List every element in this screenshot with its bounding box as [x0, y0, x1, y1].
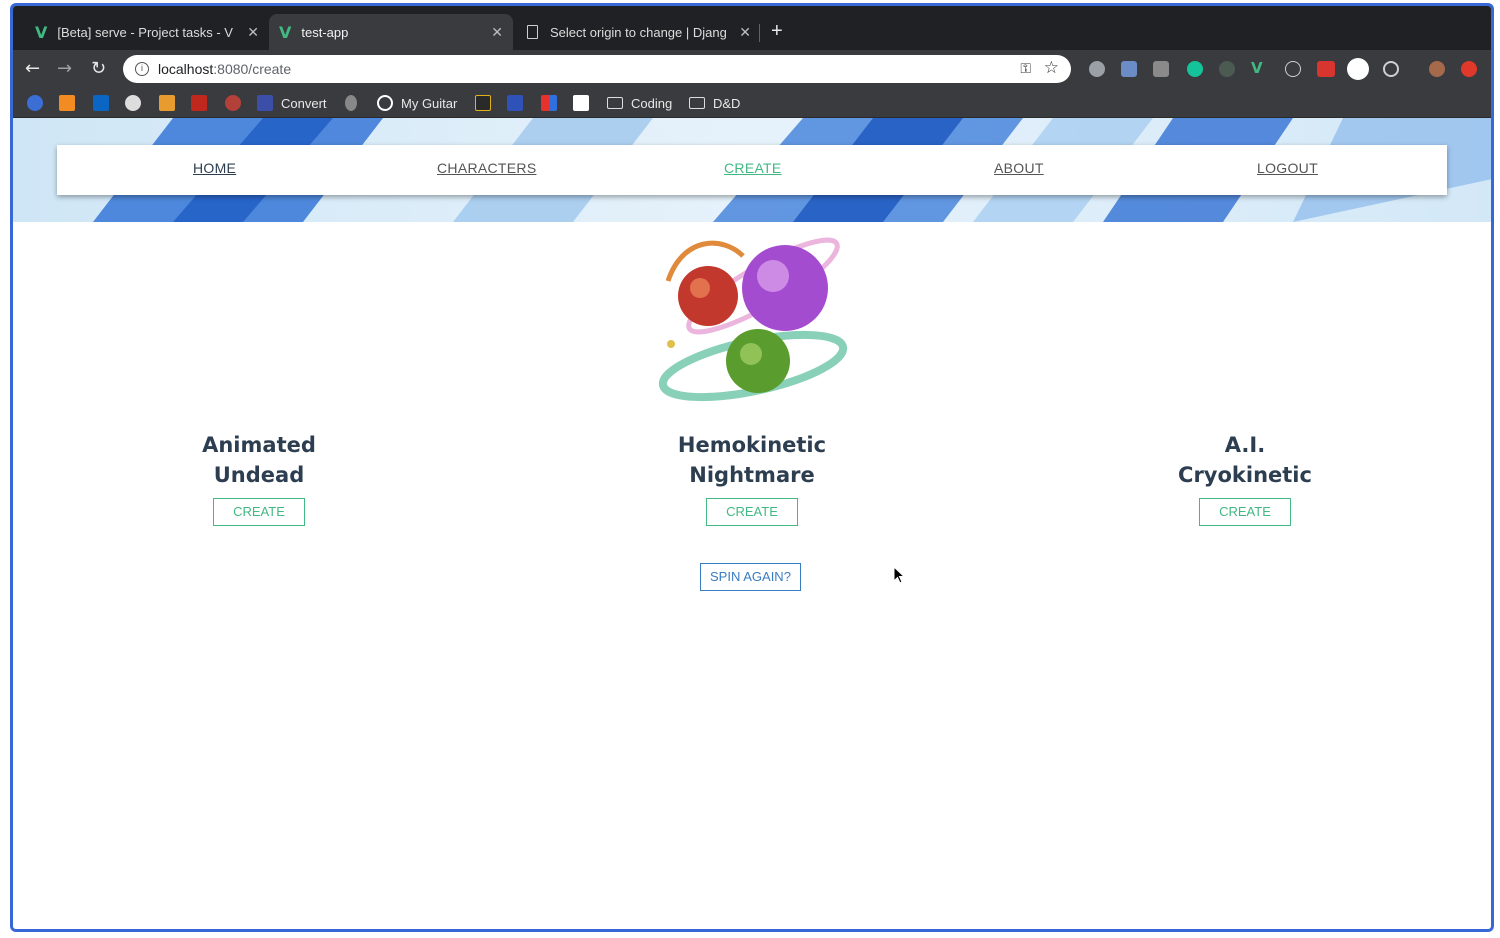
browser-window: V [Beta] serve - Project tasks - V ✕ V t… — [10, 3, 1494, 932]
grammarly-icon[interactable] — [1187, 61, 1203, 77]
option-title-line1: Hemokinetic — [677, 433, 827, 457]
tab-test-app[interactable]: V test-app ✕ — [269, 14, 513, 50]
option-title-line1: Animated — [202, 433, 316, 457]
folder-icon — [607, 97, 623, 109]
bookmark-label: Convert — [281, 95, 327, 111]
forward-icon[interactable]: → — [57, 58, 72, 79]
avatar[interactable] — [1429, 61, 1445, 77]
bookmark-icon-only[interactable] — [507, 94, 531, 112]
back-icon[interactable]: ← — [25, 58, 40, 79]
option-ai-cryokinetic: A.I. Cryokinetic CREATE — [1125, 430, 1365, 526]
bookmark-my-guitar[interactable]: My Guitar — [377, 94, 457, 112]
url-path: :8080/create — [213, 61, 292, 77]
vue-icon: V — [35, 22, 48, 42]
folder-icon — [689, 97, 705, 109]
bookmark-favicon — [59, 95, 75, 111]
star-icon[interactable]: ☆ — [1044, 58, 1059, 78]
download-icon[interactable] — [1153, 61, 1169, 77]
create-button[interactable]: CREATE — [706, 498, 798, 526]
tab-django-admin[interactable]: Select origin to change | Djang ✕ — [517, 14, 761, 50]
update-icon[interactable] — [1461, 61, 1477, 77]
bookmark-icon-only[interactable] — [59, 94, 83, 112]
page-content: HOME CHARACTERS CREATE ABOUT LOGOUT Anim… — [13, 118, 1491, 929]
tab-title: Select origin to change | Djang — [550, 24, 727, 40]
extension-icon[interactable] — [1219, 61, 1235, 77]
reload-icon[interactable]: ↻ — [91, 58, 106, 79]
nav-logout[interactable]: LOGOUT — [1257, 160, 1318, 176]
header-banner: HOME CHARACTERS CREATE ABOUT LOGOUT — [13, 118, 1491, 222]
nav-home[interactable]: HOME — [193, 160, 236, 176]
bookmark-icon-only[interactable] — [475, 94, 499, 112]
spin-again-button[interactable]: SPIN AGAIN? — [700, 563, 801, 591]
tab-bar: V [Beta] serve - Project tasks - V ✕ V t… — [13, 6, 1491, 50]
bookmark-icon-only[interactable] — [93, 94, 117, 112]
info-icon[interactable]: i — [135, 62, 149, 76]
close-icon[interactable]: ✕ — [739, 24, 751, 41]
extension-icon[interactable] — [1089, 61, 1105, 77]
tab-title: [Beta] serve - Project tasks - V — [57, 24, 233, 40]
close-icon[interactable]: ✕ — [491, 24, 503, 41]
vue-icon: V — [279, 22, 292, 42]
extension-icon[interactable] — [1121, 61, 1137, 77]
react-icon[interactable] — [1285, 61, 1301, 77]
vue-devtools-icon[interactable]: V — [1251, 61, 1267, 77]
bookmark-icon-only[interactable] — [159, 94, 183, 112]
close-icon[interactable]: ✕ — [247, 24, 259, 41]
bookmark-favicon — [257, 95, 273, 111]
bookmark-favicon — [27, 95, 43, 111]
bookmark-folder-coding[interactable]: Coding — [607, 94, 672, 112]
bookmark-favicon — [475, 95, 491, 111]
bookmark-favicon — [191, 95, 207, 111]
key-icon[interactable]: ⚿ — [1020, 60, 1031, 77]
browser-toolbar: ← → ↻ i localhost:8080/create ⚿ ☆ V — [13, 50, 1491, 88]
bookmark-icon-only[interactable] — [125, 94, 149, 112]
tab-separator — [759, 24, 760, 42]
option-hemokinetic-nightmare: Hemokinetic Nightmare CREATE — [632, 430, 872, 526]
extension-icon[interactable] — [1317, 61, 1335, 77]
bookmark-label: My Guitar — [401, 95, 458, 111]
bookmark-folder-dnd[interactable]: D&D — [689, 94, 740, 112]
tab-title: test-app — [301, 24, 349, 40]
url-text[interactable]: localhost:8080/create — [158, 61, 291, 77]
bookmark-icon-only[interactable] — [191, 94, 215, 112]
bookmarks-bar: Convert My Guitar Coding D&D — [13, 88, 1491, 118]
create-button[interactable]: CREATE — [213, 498, 305, 526]
bookmark-icon-only[interactable] — [541, 94, 565, 112]
mouse-cursor-icon — [893, 566, 906, 584]
extension-icon[interactable] — [1347, 58, 1369, 80]
bookmark-convert[interactable]: Convert — [257, 94, 327, 112]
bookmark-favicon — [159, 95, 175, 111]
github-icon — [125, 95, 141, 111]
nav-characters[interactable]: CHARACTERS — [437, 160, 536, 176]
bookmark-favicon — [377, 95, 393, 111]
bookmark-icon-only[interactable] — [27, 94, 51, 112]
option-title-line1: A.I. — [1224, 433, 1266, 457]
linkedin-icon — [93, 95, 109, 111]
bookmark-icon-only[interactable] — [573, 94, 597, 112]
option-animated-undead: Animated Undead CREATE — [139, 430, 379, 526]
bookmark-icon-only[interactable] — [345, 94, 365, 112]
main-nav: HOME CHARACTERS CREATE ABOUT LOGOUT — [57, 145, 1447, 195]
bookmark-favicon — [507, 95, 523, 111]
create-button[interactable]: CREATE — [1199, 498, 1291, 526]
address-bar[interactable]: i localhost:8080/create ⚿ ☆ — [123, 55, 1071, 83]
bookmark-favicon — [225, 95, 241, 111]
document-icon — [527, 25, 538, 39]
apple-icon — [345, 95, 357, 111]
option-title-line2: Undead — [213, 463, 305, 487]
option-title-line2: Cryokinetic — [1178, 463, 1312, 487]
tab-beta-serve[interactable]: V [Beta] serve - Project tasks - V ✕ — [25, 14, 269, 50]
bookmark-label: Coding — [631, 95, 673, 111]
bookmark-icon-only[interactable] — [225, 94, 249, 112]
option-title-line2: Nightmare — [689, 463, 815, 487]
extension-icon[interactable] — [1383, 61, 1399, 77]
url-host: localhost — [158, 61, 214, 77]
new-tab-icon[interactable]: + — [771, 20, 783, 43]
elemental-orbs-image — [658, 237, 848, 402]
nav-about[interactable]: ABOUT — [994, 160, 1044, 176]
bookmark-favicon — [541, 95, 557, 111]
nav-create[interactable]: CREATE — [724, 160, 782, 176]
bookmark-favicon — [573, 95, 589, 111]
bookmark-label: D&D — [713, 95, 741, 111]
